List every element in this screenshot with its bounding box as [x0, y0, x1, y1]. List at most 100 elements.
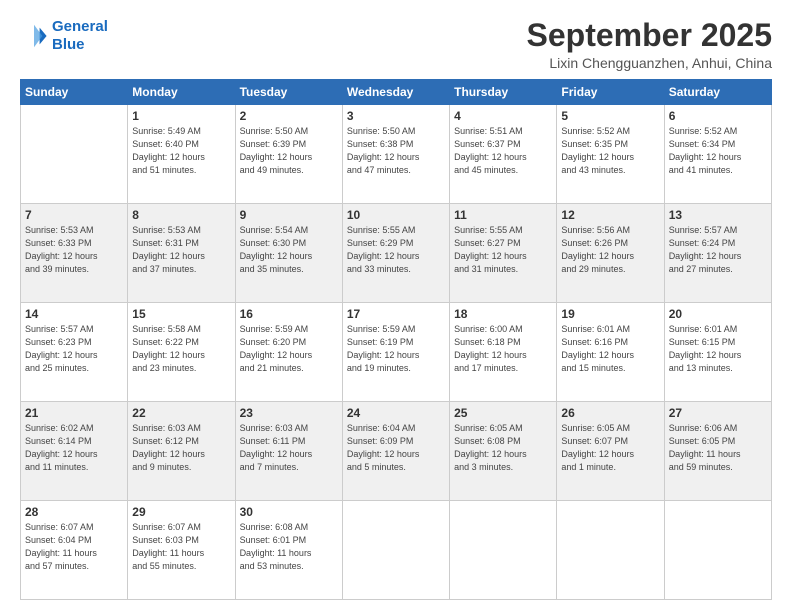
day-number: 19 [561, 307, 659, 321]
table-row [450, 501, 557, 600]
table-row [21, 105, 128, 204]
location: Lixin Chengguanzhen, Anhui, China [527, 55, 772, 71]
day-info: Sunrise: 5:58 AM Sunset: 6:22 PM Dayligh… [132, 323, 230, 375]
title-area: September 2025 Lixin Chengguanzhen, Anhu… [527, 18, 772, 71]
table-row [557, 501, 664, 600]
day-number: 30 [240, 505, 338, 519]
table-row: 7Sunrise: 5:53 AM Sunset: 6:33 PM Daylig… [21, 204, 128, 303]
logo-line2: Blue [52, 36, 85, 53]
calendar-week-row: 14 Sunrise: 5:57 AM Sunset: 6:23 PM Dayli… [21, 303, 772, 402]
day-info: Sunrise: 6:03 AM Sunset: 6:12 PM Dayligh… [132, 422, 230, 474]
day-info: Sunrise: 6:05 AM Sunset: 6:07 PM Dayligh… [561, 422, 659, 474]
day-number: 5 [561, 109, 659, 123]
table-row: 21Sunrise: 6:02 AM Sunset: 6:14 PM Dayli… [21, 402, 128, 501]
table-row: 29Sunrise: 6:07 AM Sunset: 6:03 PM Dayli… [128, 501, 235, 600]
table-row: 22 Sunrise: 6:03 AM Sunset: 6:12 PM Dayli… [128, 402, 235, 501]
day-info: Sunrise: 6:00 AM Sunset: 6:18 PM Dayligh… [454, 323, 552, 375]
table-row: 23Sunrise: 6:03 AM Sunset: 6:11 PM Dayli… [235, 402, 342, 501]
table-row: 15 Sunrise: 5:58 AM Sunset: 6:22 PM Dayli… [128, 303, 235, 402]
calendar-week-row: 1 Sunrise: 5:49 AM Sunset: 6:40 PM Daylig… [21, 105, 772, 204]
day-info: Sunrise: 5:57 AM Sunset: 6:23 PM Dayligh… [25, 323, 123, 375]
day-info: Sunrise: 5:53 AM Sunset: 6:31 PM Dayligh… [132, 224, 230, 276]
day-info: Sunrise: 5:56 AM Sunset: 6:26 PM Dayligh… [561, 224, 659, 276]
day-info: Sunrise: 5:50 AM Sunset: 6:38 PM Dayligh… [347, 125, 445, 177]
day-number: 20 [669, 307, 767, 321]
table-row: 2Sunrise: 5:50 AM Sunset: 6:39 PM Daylig… [235, 105, 342, 204]
table-row: 4 Sunrise: 5:51 AM Sunset: 6:37 PM Daylig… [450, 105, 557, 204]
day-number: 22 [132, 406, 230, 420]
day-info: Sunrise: 6:07 AM Sunset: 6:04 PM Dayligh… [25, 521, 123, 573]
table-row: 16 Sunrise: 5:59 AM Sunset: 6:20 PM Dayli… [235, 303, 342, 402]
table-row: 10 Sunrise: 5:55 AM Sunset: 6:29 PM Dayli… [342, 204, 449, 303]
table-row: 5 Sunrise: 5:52 AM Sunset: 6:35 PM Daylig… [557, 105, 664, 204]
table-row: 13 Sunrise: 5:57 AM Sunset: 6:24 PM Dayli… [664, 204, 771, 303]
table-row: 28 Sunrise: 6:07 AM Sunset: 6:04 PM Dayli… [21, 501, 128, 600]
table-row [664, 501, 771, 600]
day-number: 27 [669, 406, 767, 420]
day-number: 17 [347, 307, 445, 321]
day-number: 12 [561, 208, 659, 222]
table-row: 30Sunrise: 6:08 AM Sunset: 6:01 PM Dayli… [235, 501, 342, 600]
header-tuesday: Tuesday [235, 80, 342, 105]
day-number: 3 [347, 109, 445, 123]
calendar-week-row: 28 Sunrise: 6:07 AM Sunset: 6:04 PM Dayli… [21, 501, 772, 600]
header-thursday: Thursday [450, 80, 557, 105]
day-number: 4 [454, 109, 552, 123]
day-info: Sunrise: 6:06 AM Sunset: 6:05 PM Dayligh… [669, 422, 767, 474]
day-number: 11 [454, 208, 552, 222]
day-number: 23 [240, 406, 338, 420]
calendar-week-row: 7Sunrise: 5:53 AM Sunset: 6:33 PM Daylig… [21, 204, 772, 303]
day-number: 15 [132, 307, 230, 321]
table-row: 17 Sunrise: 5:59 AM Sunset: 6:19 PM Dayli… [342, 303, 449, 402]
day-number: 18 [454, 307, 552, 321]
day-info: Sunrise: 5:53 AM Sunset: 6:33 PM Dayligh… [25, 224, 123, 276]
table-row: 3 Sunrise: 5:50 AM Sunset: 6:38 PM Daylig… [342, 105, 449, 204]
day-number: 28 [25, 505, 123, 519]
day-info: Sunrise: 5:57 AM Sunset: 6:24 PM Dayligh… [669, 224, 767, 276]
day-number: 6 [669, 109, 767, 123]
table-row [342, 501, 449, 600]
header: General Blue September 2025 Lixin Chengg… [20, 18, 772, 71]
table-row: 27 Sunrise: 6:06 AM Sunset: 6:05 PM Dayli… [664, 402, 771, 501]
day-number: 1 [132, 109, 230, 123]
day-info: Sunrise: 5:59 AM Sunset: 6:19 PM Dayligh… [347, 323, 445, 375]
day-info: Sunrise: 5:51 AM Sunset: 6:37 PM Dayligh… [454, 125, 552, 177]
day-number: 13 [669, 208, 767, 222]
table-row: 18 Sunrise: 6:00 AM Sunset: 6:18 PM Dayli… [450, 303, 557, 402]
table-row: 19Sunrise: 6:01 AM Sunset: 6:16 PM Dayli… [557, 303, 664, 402]
logo-line1: General [52, 18, 108, 35]
day-number: 10 [347, 208, 445, 222]
day-info: Sunrise: 5:59 AM Sunset: 6:20 PM Dayligh… [240, 323, 338, 375]
header-saturday: Saturday [664, 80, 771, 105]
day-info: Sunrise: 5:52 AM Sunset: 6:35 PM Dayligh… [561, 125, 659, 177]
header-wednesday: Wednesday [342, 80, 449, 105]
calendar-week-row: 21Sunrise: 6:02 AM Sunset: 6:14 PM Dayli… [21, 402, 772, 501]
day-number: 8 [132, 208, 230, 222]
month-title: September 2025 [527, 18, 772, 53]
day-info: Sunrise: 6:01 AM Sunset: 6:15 PM Dayligh… [669, 323, 767, 375]
day-number: 2 [240, 109, 338, 123]
day-info: Sunrise: 6:02 AM Sunset: 6:14 PM Dayligh… [25, 422, 123, 474]
table-row: 14 Sunrise: 5:57 AM Sunset: 6:23 PM Dayli… [21, 303, 128, 402]
table-row: 8 Sunrise: 5:53 AM Sunset: 6:31 PM Daylig… [128, 204, 235, 303]
day-info: Sunrise: 5:49 AM Sunset: 6:40 PM Dayligh… [132, 125, 230, 177]
day-info: Sunrise: 5:55 AM Sunset: 6:27 PM Dayligh… [454, 224, 552, 276]
day-number: 14 [25, 307, 123, 321]
day-number: 25 [454, 406, 552, 420]
day-info: Sunrise: 5:55 AM Sunset: 6:29 PM Dayligh… [347, 224, 445, 276]
day-info: Sunrise: 6:05 AM Sunset: 6:08 PM Dayligh… [454, 422, 552, 474]
table-row: 1 Sunrise: 5:49 AM Sunset: 6:40 PM Daylig… [128, 105, 235, 204]
day-number: 16 [240, 307, 338, 321]
day-info: Sunrise: 6:07 AM Sunset: 6:03 PM Dayligh… [132, 521, 230, 573]
day-info: Sunrise: 5:54 AM Sunset: 6:30 PM Dayligh… [240, 224, 338, 276]
table-row: 12 Sunrise: 5:56 AM Sunset: 6:26 PM Dayli… [557, 204, 664, 303]
header-monday: Monday [128, 80, 235, 105]
day-info: Sunrise: 5:52 AM Sunset: 6:34 PM Dayligh… [669, 125, 767, 177]
day-info: Sunrise: 6:04 AM Sunset: 6:09 PM Dayligh… [347, 422, 445, 474]
table-row: 20 Sunrise: 6:01 AM Sunset: 6:15 PM Dayli… [664, 303, 771, 402]
logo-text: General Blue [52, 18, 108, 54]
logo: General Blue [20, 18, 108, 54]
table-row: 9Sunrise: 5:54 AM Sunset: 6:30 PM Daylig… [235, 204, 342, 303]
table-row: 26Sunrise: 6:05 AM Sunset: 6:07 PM Dayli… [557, 402, 664, 501]
table-row: 24Sunrise: 6:04 AM Sunset: 6:09 PM Dayli… [342, 402, 449, 501]
